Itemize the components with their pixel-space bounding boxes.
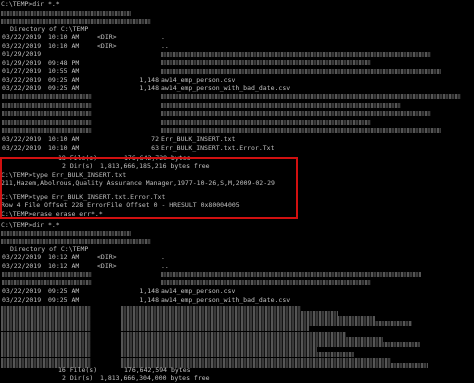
dir-marker: <DIR>: [97, 253, 117, 261]
list-item: 03/22/2019 09:25 AM 1,148 aw14_emp_person_w…: [1, 84, 471, 93]
list-item: 03/22/2019 09:25 AM 1,148 aw14_emp_person_w…: [1, 295, 471, 305]
file-time: 09:25 AM: [48, 84, 80, 92]
file-time: 10:10 AM: [48, 33, 80, 41]
file-date: 03/22/2019: [2, 84, 42, 92]
highlight-box: [0, 157, 298, 219]
file-name-blurred: [161, 51, 431, 59]
file-time: 09:25 AM: [48, 295, 80, 304]
file-date: 03/22/2019: [2, 261, 42, 270]
file-time: 10:12 AM: [48, 261, 80, 270]
file-date: 01/27/2019: [2, 67, 42, 75]
file-name-blurred: [161, 119, 371, 127]
list-item: 03/22/2019 10:10 AM 72 Err_BULK_INSERT.txt: [1, 135, 471, 144]
file-date: 03/22/2019: [2, 253, 42, 261]
file-size: 1,148: [139, 84, 159, 92]
file-name: .: [161, 33, 165, 41]
list-item: [1, 111, 471, 119]
file-name: ..: [161, 261, 169, 270]
file-time: 10:10 AM: [48, 41, 80, 50]
file-time: 10:10 AM: [48, 135, 80, 143]
summary-free: 1,813,666,304,000 bytes free: [100, 374, 210, 382]
terminal-window[interactable]: C:\TEMP>dir *.* Directory of C:\TEMP 03/…: [0, 0, 474, 383]
file-date-blurred: [2, 102, 92, 110]
file-date: 03/22/2019: [2, 135, 42, 143]
list-item: 03/22/2019 10:10 AM <DIR>..: [1, 41, 471, 51]
file-date: 01/29/2019: [2, 50, 42, 58]
file-name-blurred: [161, 102, 401, 110]
file-name-blurred: [161, 271, 421, 279]
file-time: 10:55 AM: [48, 67, 80, 75]
file-time: 10:12 AM: [48, 253, 80, 261]
file-date: 03/22/2019: [2, 287, 42, 295]
file-name-blurred: [161, 111, 431, 119]
file-name: aw14_emp_person.csv: [161, 287, 236, 295]
file-size: 63: [151, 143, 159, 152]
volume-info-blurred: [1, 230, 131, 238]
file-name-blurred: [161, 68, 441, 76]
list-item: 03/22/2019 10:10 AM <DIR>.: [1, 33, 471, 42]
dir-marker: <DIR>: [97, 41, 117, 50]
file-name: Err_BULK_INSERT.txt: [161, 135, 236, 143]
file-name: Err_BULK_INSERT.txt.Error.Txt: [161, 143, 275, 152]
file-date-blurred: [2, 119, 92, 127]
list-item: 03/22/2019 09:25 AM 1,148 aw14_emp_person.c…: [1, 287, 471, 296]
list-item: [1, 102, 471, 110]
file-time: 10:10 AM: [48, 143, 80, 152]
file-name: aw14_emp_person_with_bad_date.csv: [161, 295, 291, 304]
file-time: 09:25 AM: [48, 287, 80, 295]
file-date: 03/22/2019: [2, 143, 42, 152]
file-date: 03/22/2019: [2, 295, 42, 304]
list-item: 03/22/2019 10:12 AM <DIR>.: [1, 253, 471, 262]
file-date-blurred: [2, 111, 92, 119]
list-item: [1, 119, 471, 127]
file-name: .: [161, 253, 165, 261]
list-item: [1, 94, 471, 102]
file-size: 1,148: [139, 287, 159, 295]
file-date-blurred: [2, 94, 92, 102]
summary-dirs: 2 Dir(s): [62, 374, 94, 382]
command-line: C:\TEMP>dir *.*: [1, 221, 60, 229]
file-date: 03/22/2019: [2, 33, 42, 41]
list-item: 03/22/2019 10:10 AM 63 Err_BULK_INSERT.txt.…: [1, 143, 471, 153]
command-line: C:\TEMP>dir *.*: [1, 0, 60, 8]
list-item: 01/29/2019: [1, 50, 471, 59]
file-name: ..: [161, 41, 169, 50]
file-date-blurred: [2, 271, 92, 279]
list-item: 03/22/2019 10:12 AM <DIR>..: [1, 261, 471, 271]
file-size: 1,148: [139, 295, 159, 304]
file-size: 72: [151, 135, 159, 143]
dir-marker: <DIR>: [97, 261, 117, 270]
list-item: 01/27/2019 10:55 AM: [1, 67, 471, 76]
dir-marker: <DIR>: [97, 33, 117, 41]
volume-info-blurred: [1, 10, 131, 18]
file-name: aw14_emp_person_with_bad_date.csv: [161, 84, 291, 92]
list-item: [1, 271, 471, 279]
file-name-blurred: [161, 94, 461, 102]
file-name-blurred: [161, 60, 371, 68]
